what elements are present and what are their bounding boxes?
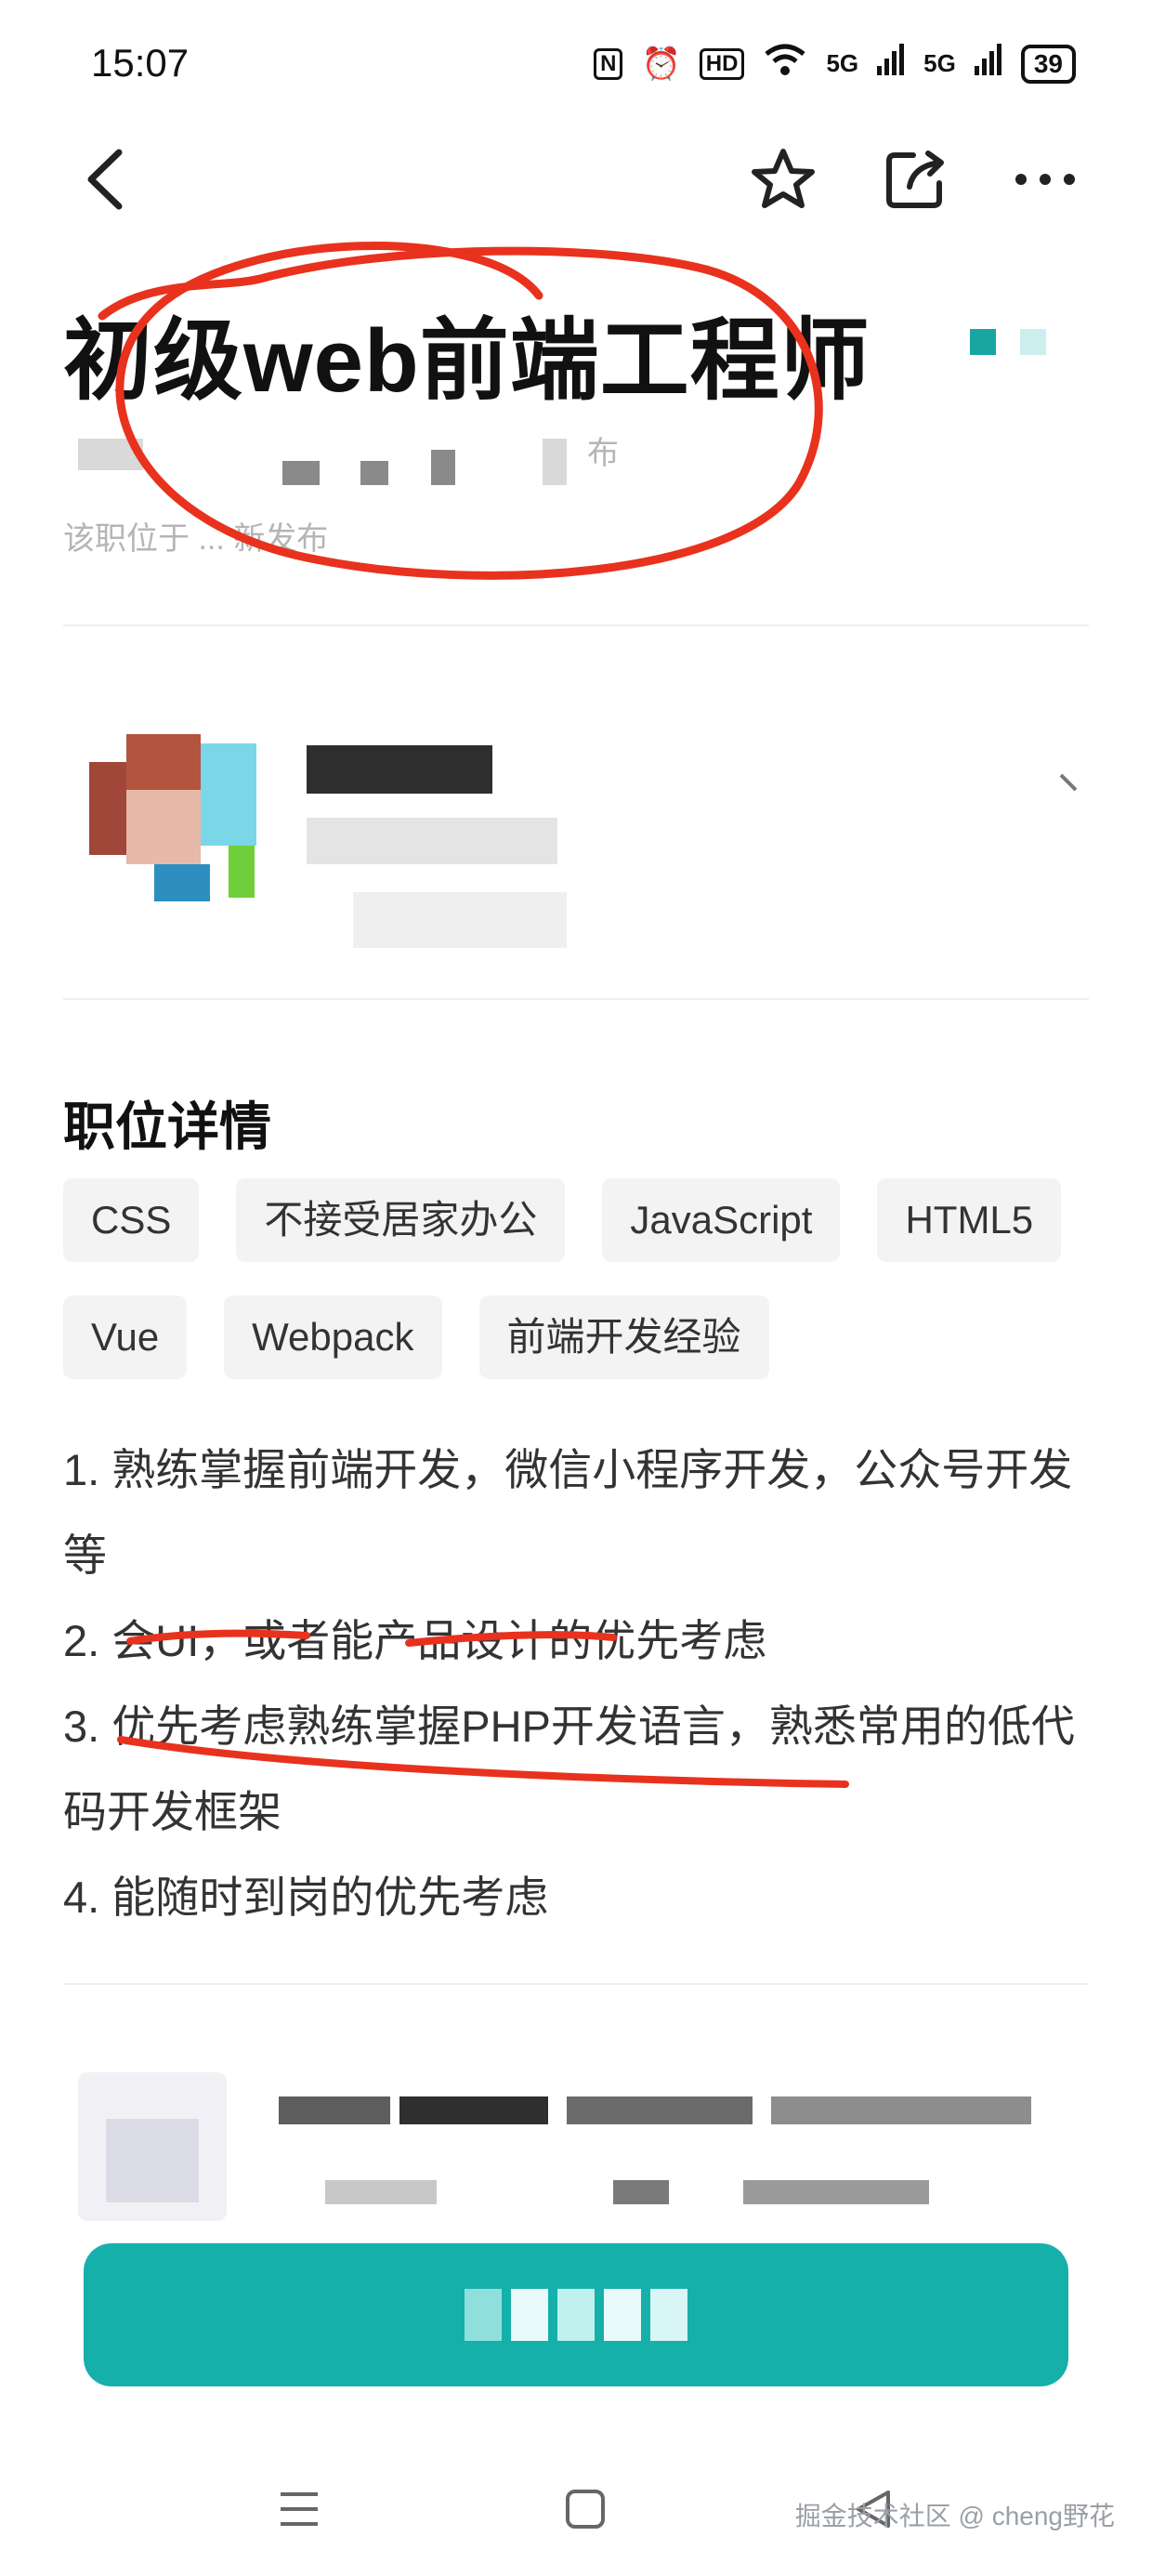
annotation-underline-php (117, 1736, 849, 1788)
annotation-ellipse (98, 241, 823, 580)
annotation-underline-design (405, 1631, 617, 1647)
annotation-underline-ui (126, 1629, 310, 1645)
annotation-overlay (98, 241, 849, 1788)
